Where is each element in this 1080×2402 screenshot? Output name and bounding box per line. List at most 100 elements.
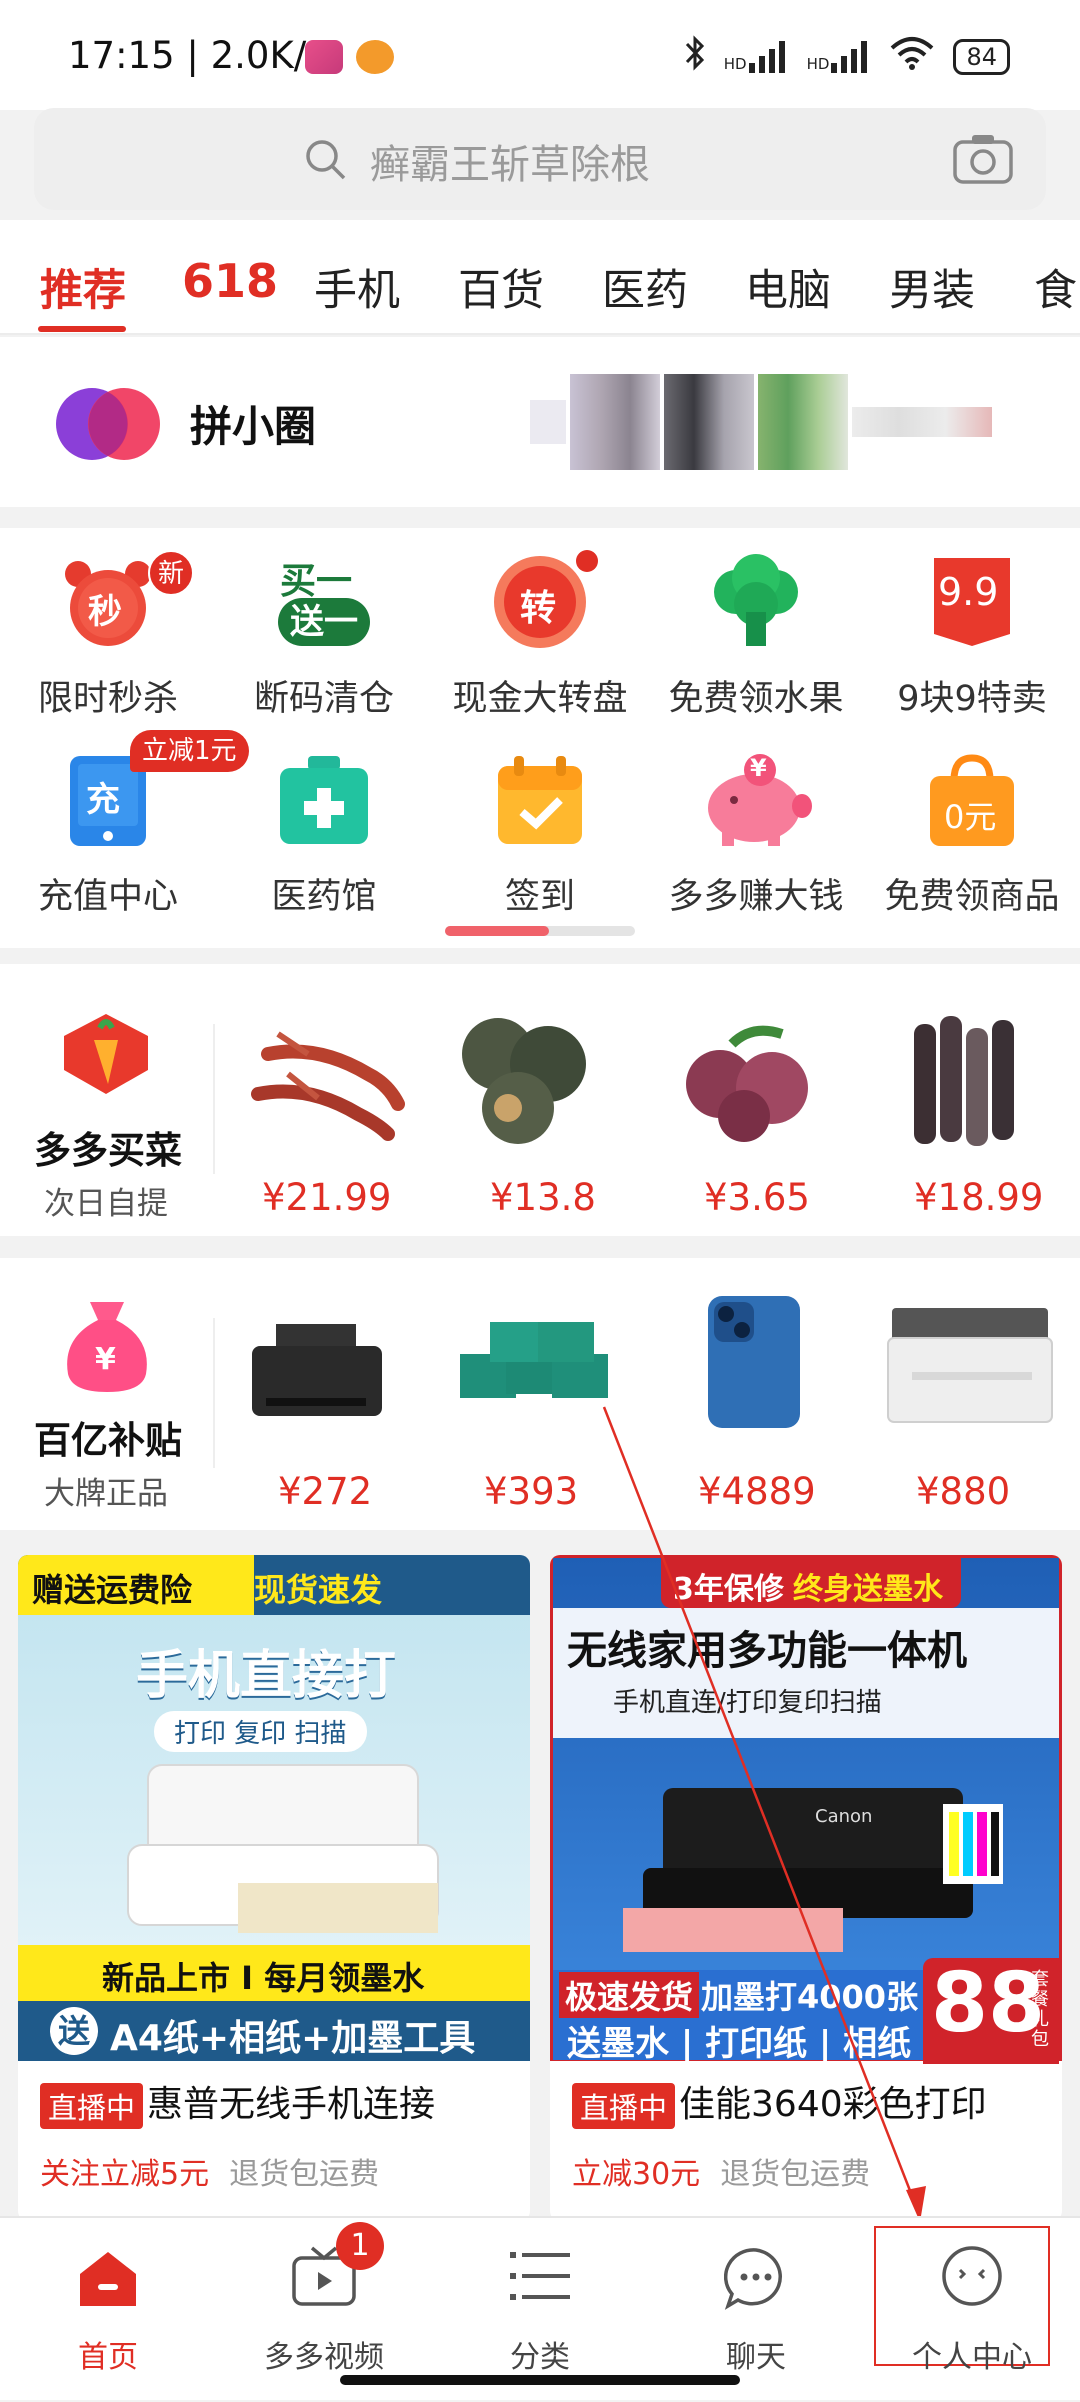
app-notification-icon [305,40,343,74]
card-headline: 无线家用多功能一体机 [567,1628,967,1674]
tab-computers[interactable]: 电脑 [745,256,831,318]
tab-general-goods[interactable]: 百货 [458,256,544,318]
product-card[interactable]: 3年保修 终身送墨水 无线家用多功能一体机 手机直连/打印复印扫描 Canon … [550,1555,1062,2221]
bogo-top-glyph: 买一 [280,561,353,602]
friends-circle-label: 拼小圈 [190,402,317,451]
buy-one-get-one-icon: 买一 送一 [274,552,374,652]
product-promo: 关注立减5元 退货包运费 [40,2149,379,2193]
banner-right-text: 终身送墨水 [793,1572,943,1607]
search-icon [304,138,348,186]
tab-food[interactable]: 食 [1034,256,1077,318]
product-image-printer-black[interactable] [246,1302,396,1442]
grid-item-label: 9块9特卖 [897,679,1047,719]
product-title: 直播中 惠普无线手机连接 [40,2075,435,2129]
product-image-asparagus[interactable] [894,1004,1044,1154]
spin-wheel-icon: 转 [490,552,590,652]
alarm-clock-icon: 秒 [58,552,158,652]
alarm-clock-glyph: 秒 [88,592,122,632]
product-image-laser-printer[interactable] [882,1302,1058,1432]
tab-menswear[interactable]: 男装 [889,256,975,318]
app-notification-icon-2 [356,40,394,74]
grid-item-spin-wheel[interactable]: 转 现金大转盘 [432,528,648,728]
card-bottom-line-2: 送墨水 | 打印纸 | 相纸 [567,2024,912,2064]
product-price: ¥21.99 [262,1176,392,1219]
live-badge: 直播中 [40,2083,144,2129]
product-card[interactable]: 赠送运费险 现货速发 手机直接打 打印 复印 扫描 新品上市 I 每月领墨水 送… [18,1555,530,2221]
tab-618[interactable]: 618 [182,254,278,308]
section-divider [213,1024,215,1174]
camera-icon[interactable] [952,132,1014,190]
grid-item-pharmacy[interactable]: 医药馆 [216,728,432,928]
product-price: ¥393 [484,1470,579,1513]
product-image-canon-printer: 3年保修 终身送墨水 无线家用多功能一体机 手机直连/打印复印扫描 Canon … [550,1555,1062,2064]
product-price: ¥13.8 [490,1176,596,1219]
grid-scroll-indicator [445,926,635,936]
section-divider [213,1318,215,1468]
gesture-home-bar[interactable] [340,2375,740,2385]
product-price: ¥4889 [698,1470,816,1513]
live-badge: 直播中 [572,2083,676,2129]
grid-item-check-in[interactable]: 签到 [432,728,648,928]
grid-item-recharge[interactable]: 充 立减1元 充值中心 [0,728,249,928]
category-list-icon [508,2246,572,2310]
profile-icon [940,2244,1004,2312]
product-image-boxes[interactable] [460,1314,610,1434]
grid-item-label: 现金大转盘 [452,679,628,719]
promo-discount: 立减30元 [572,2157,701,2192]
grid-item-free-fruit[interactable]: 免费领水果 [648,528,864,728]
nav-label: 分类 [510,2340,570,2375]
grid-item-label: 限时秒杀 [37,679,178,719]
grid-item-label: 签到 [504,877,575,917]
promo-return: 退货包运费 [229,2157,380,2192]
battery-icon: 84 [953,39,1010,75]
search-placeholder: 癣霸王斩草除根 [370,142,650,188]
search-bar[interactable]: 癣霸王斩草除根 [34,108,1046,210]
product-image-crayfish[interactable] [248,1014,408,1144]
grid-item-label: 免费领商品 [884,877,1060,917]
banner-left-text: 赠送运费险 [32,1571,193,1609]
card-headline: 手机直接打 [136,1646,397,1706]
subsidy-title: 百亿补贴 [34,1419,182,1462]
product-image-iphone[interactable] [704,1292,804,1432]
nav-label: 首页 [78,2340,138,2375]
signal-icon-2: HD [807,41,872,73]
bluetooth-icon [684,34,706,80]
friends-circle-bar[interactable]: 拼小圈 [0,337,1080,507]
grid-item-label: 多多赚大钱 [668,877,844,917]
wifi-icon [889,36,935,78]
grid-item-free-goods[interactable]: 0元 免费领商品 [864,728,1080,928]
grocery-section[interactable]: 多多买菜 次日自提 ¥21.99 ¥13.8 ¥3.65 ¥18.99 [0,964,1080,1236]
category-tabs: 推荐 618 手机 百货 医药 电脑 男装 食 [0,220,1080,335]
grocery-title: 多多买菜 [34,1129,182,1172]
subsidy-section[interactable]: ¥ 百亿补贴 大牌正品 ¥272 ¥393 ¥4889 ¥880 [0,1258,1080,1530]
grid-item-clearance[interactable]: 买一 送一 断码清仓 [216,528,432,728]
product-price: ¥18.99 [914,1176,1044,1219]
product-image-snails[interactable] [448,1004,598,1154]
price-tag-glyph: 9.9 [938,570,999,614]
product-image-peaches[interactable] [672,1004,822,1154]
grid-item-flash-sale[interactable]: 秒 新 限时秒杀 [0,528,216,728]
grid-item-9-9-sale[interactable]: 9.9 9块9特卖 [864,528,1080,728]
shopping-bag-glyph: 0元 [944,798,997,836]
grid-item-earn-money[interactable]: ¥ 多多赚大钱 [648,728,864,928]
new-badge: 新 [148,550,194,596]
price-tag-icon: 9.9 [922,552,1022,652]
nav-profile[interactable]: 个人中心 [864,2218,1080,2402]
bottom-navigation: 首页 1 多多视频 分类 聊天 个人中心 [0,2216,1080,2400]
video-badge: 1 [336,2222,384,2270]
nav-home[interactable]: 首页 [0,2218,216,2402]
card-bottom-line-1b: 加墨打4000张 [701,1978,919,2016]
tab-medicine[interactable]: 医药 [602,256,688,318]
calendar-check-icon [490,750,590,850]
tab-phones[interactable]: 手机 [314,256,400,318]
signal-hd-label-2: HD [806,55,830,73]
card-bottom-prefix: 送 [50,2007,98,2055]
signal-hd-label: HD [723,55,747,73]
nav-label: 多多视频 [264,2340,384,2375]
card-bottom-line-2: A4纸+相纸+加墨工具 [110,2018,476,2059]
tab-recommend[interactable]: 推荐 [40,256,126,318]
product-price: ¥272 [278,1470,373,1513]
promo-return: 退货包运费 [720,2157,871,2192]
card-subline: 手机直连/打印复印扫描 [613,1688,882,1718]
chat-bubble-icon [723,2246,788,2314]
